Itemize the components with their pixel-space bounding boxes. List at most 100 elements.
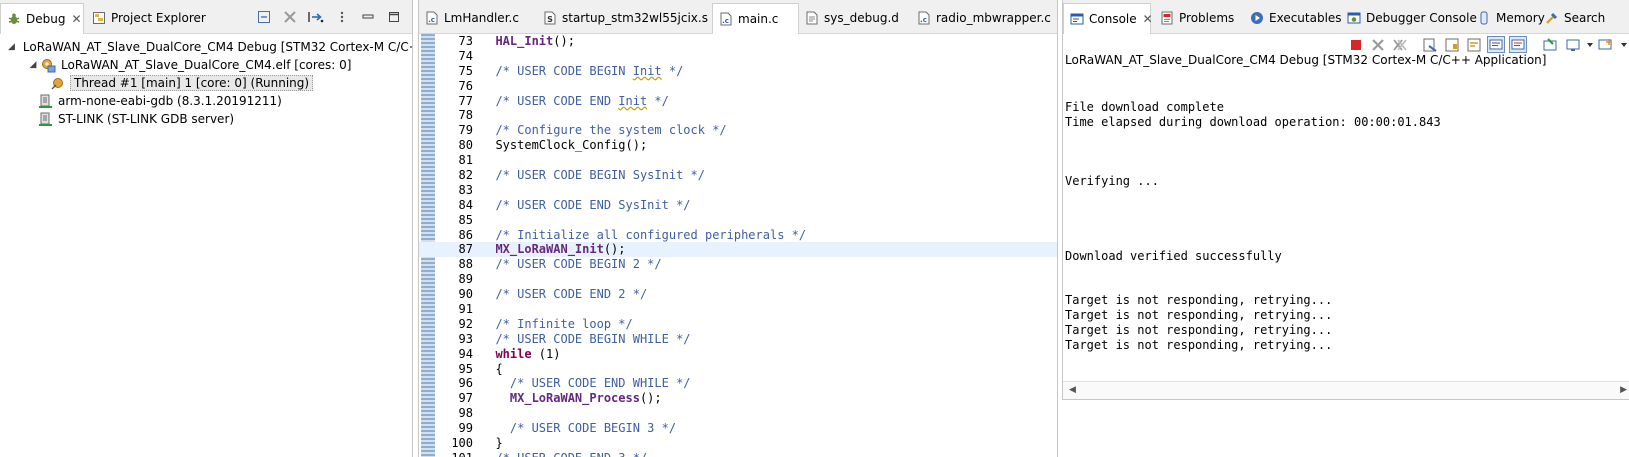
tab-console[interactable]: Console ✕ <box>1063 3 1153 34</box>
console-icon <box>1070 13 1084 25</box>
line-number: 87 <box>458 242 473 257</box>
console-output[interactable]: File download complete Time elapsed durin… <box>1065 70 1629 353</box>
tab-problems[interactable]: Problems <box>1154 3 1244 33</box>
chevron-down-icon[interactable] <box>1615 36 1629 53</box>
tab-search[interactable]: Search <box>1539 3 1609 33</box>
code-line[interactable]: 77 /* USER CODE END Init */ <box>419 94 1057 109</box>
tab-memory[interactable]: Memory <box>1471 3 1545 33</box>
debug-icon <box>8 13 20 24</box>
tab-lmhandler[interactable]: .c LmHandler.c <box>419 3 537 33</box>
tab-debug[interactable]: Debug ✕ <box>0 3 84 34</box>
view-menu-icon[interactable] <box>334 9 350 25</box>
code-line[interactable]: 92 /* Infinite loop */ <box>419 317 1057 332</box>
tree-item-launch[interactable]: ◢ IDE LoRaWAN_AT_Slave_DualCore_CM4 Debu… <box>0 38 412 56</box>
tab-sys-debug[interactable]: sys_debug.d <box>799 3 911 33</box>
tab-debugger-console[interactable]: Debugger Console <box>1341 3 1477 33</box>
line-number: 100 <box>451 436 473 451</box>
tab-radio-mbwrapper[interactable]: .c radio_mbwrapper.c <box>911 3 1057 33</box>
code-text: /* USER CODE END SysInit */ <box>481 198 690 213</box>
console-line: Target is not responding, retrying... <box>1065 338 1333 353</box>
code-line[interactable]: 86 /* Initialize all configured peripher… <box>419 228 1057 243</box>
current-code-line[interactable]: 87 MX_LoRaWAN_Init(); <box>419 242 1057 258</box>
show-on-stdout-icon[interactable] <box>1487 36 1505 53</box>
scroll-left-icon[interactable]: ◀ <box>1069 385 1076 395</box>
code-line[interactable]: 96 /* USER CODE END WHILE */ <box>419 376 1057 391</box>
scroll-right-icon[interactable]: ▶ <box>1620 385 1627 395</box>
tab-main-c[interactable]: .c main.c <box>712 3 799 34</box>
code-line[interactable]: 94 while (1) <box>419 347 1057 362</box>
code-line[interactable]: 99 /* USER CODE BEGIN 3 */ <box>419 421 1057 436</box>
code-line[interactable]: 95 { <box>419 362 1057 377</box>
pin-console-icon[interactable] <box>1541 36 1559 53</box>
code-line[interactable]: 79 /* Configure the system clock */ <box>419 123 1057 138</box>
svg-text:S: S <box>547 15 553 24</box>
horizontal-scrollbar[interactable]: ◀ ▶ <box>1063 381 1629 399</box>
line-number: 86 <box>458 227 473 242</box>
code-line[interactable]: 81 <box>419 153 1057 168</box>
code-line[interactable]: 97 MX_LoRaWAN_Process(); <box>419 391 1057 406</box>
d-file-icon <box>806 11 818 25</box>
svg-text:.c: .c <box>920 16 927 24</box>
tree-item-stlink[interactable]: ST-LINK (ST-LINK GDB server) <box>0 110 412 128</box>
tree-item-thread[interactable]: Thread #1 [main] 1 [core: 0] (Running) <box>0 74 412 92</box>
word-wrap-icon[interactable] <box>1465 36 1483 53</box>
chevron-down-icon[interactable]: ◢ <box>8 42 15 52</box>
code-line[interactable]: 98 <box>419 406 1057 421</box>
chevron-down-icon[interactable]: ◢ <box>28 60 38 70</box>
code-line[interactable]: 84 /* USER CODE END SysInit */ <box>419 198 1057 213</box>
tab-debug-label: Debug <box>26 12 66 26</box>
code-line[interactable]: 101 /* USER CODE END 3 */ <box>419 451 1057 457</box>
code-line[interactable]: 89 <box>419 272 1057 287</box>
code-line[interactable]: 83 <box>419 183 1057 198</box>
code-line[interactable]: 93 /* USER CODE BEGIN WHILE */ <box>419 332 1057 347</box>
console-launch-title: LoRaWAN_AT_Slave_DualCore_CM4 Debug [STM… <box>1065 53 1547 67</box>
close-icon[interactable]: ✕ <box>71 12 81 26</box>
close-icon[interactable]: ✕ <box>1143 12 1153 26</box>
code-line[interactable]: 85 <box>419 213 1057 228</box>
code-token: } <box>481 436 503 451</box>
collapse-all-icon[interactable] <box>256 9 272 25</box>
clear-console-icon[interactable] <box>1421 36 1439 53</box>
code-line[interactable]: 78 <box>419 108 1057 123</box>
scroll-lock-icon[interactable] <box>1443 36 1461 53</box>
step-into-icon[interactable] <box>308 9 324 25</box>
tab-project-explorer[interactable]: Project Explorer <box>86 3 211 33</box>
maximize-icon[interactable] <box>386 9 402 25</box>
minimize-icon[interactable] <box>360 9 376 25</box>
terminate-icon[interactable] <box>1347 36 1365 53</box>
code-token: /* USER CODE BEGIN SysInit */ <box>481 168 705 183</box>
remove-launch-icon[interactable] <box>1369 36 1387 53</box>
remove-all-terminated-icon[interactable] <box>282 9 298 25</box>
code-line[interactable]: 90 /* USER CODE END 2 */ <box>419 287 1057 302</box>
code-line[interactable]: 75 /* USER CODE BEGIN Init */ <box>419 64 1057 79</box>
code-line[interactable]: 74 <box>419 49 1057 64</box>
code-line[interactable]: 91 <box>419 302 1057 317</box>
code-token: */ <box>647 93 669 108</box>
line-number: 83 <box>458 182 473 197</box>
tab-executables[interactable]: Executables <box>1244 3 1342 33</box>
line-number: 101 <box>435 451 473 457</box>
show-on-stderr-icon[interactable] <box>1509 36 1527 53</box>
console-view-tabbar: Console ✕ Problems Executables Debugger … <box>1063 0 1629 34</box>
code-token: while <box>495 346 532 361</box>
tab-startup[interactable]: S startup_stm32wl55jcix.s <box>537 3 712 33</box>
code-line[interactable]: 100 } <box>419 436 1057 451</box>
code-text: HAL_Init(); <box>481 34 574 49</box>
code-area[interactable]: 73 HAL_Init(); 74 75 /* USER CODE BEGIN In… <box>419 34 1057 457</box>
code-line[interactable]: 73 HAL_Init(); <box>419 34 1057 49</box>
executables-icon <box>1251 12 1263 24</box>
console-line: Target is not responding, retrying... <box>1065 308 1333 323</box>
remove-all-terminated-icon[interactable] <box>1391 36 1409 53</box>
code-line[interactable]: 76 <box>419 79 1057 94</box>
new-console-icon[interactable] <box>1597 36 1615 53</box>
code-line[interactable]: 82 /* USER CODE BEGIN SysInit */ <box>419 168 1057 183</box>
tree-item-gdb[interactable]: arm-none-eabi-gdb (8.3.1.20191211) <box>0 92 412 110</box>
code-line[interactable]: 80 SystemClock_Config(); <box>419 138 1057 153</box>
code-token: /* Initialize all configured peripherals… <box>481 227 807 242</box>
code-token: /* USER CODE END <box>481 93 619 108</box>
code-line[interactable]: 88 /* USER CODE BEGIN 2 */ <box>419 257 1057 272</box>
tree-item-process[interactable]: ◢ LoRaWAN_AT_Slave_DualCore_CM4.elf [cor… <box>0 56 412 74</box>
line-number: 99 <box>458 421 473 436</box>
